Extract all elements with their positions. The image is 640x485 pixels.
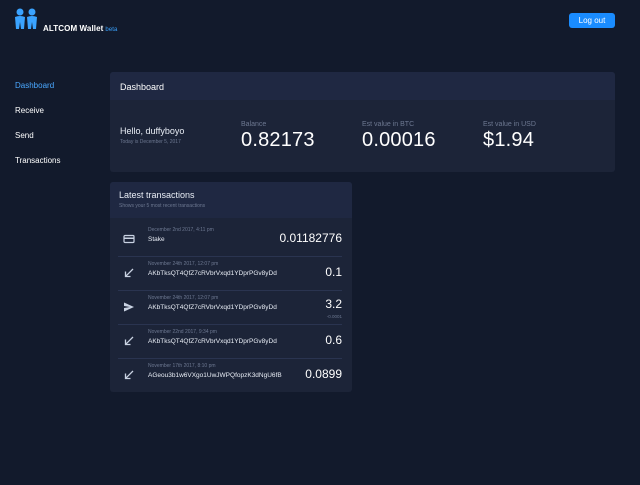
transaction-amount: 0.6 xyxy=(325,333,342,347)
stat-usd: Est value in USD $1.94 xyxy=(483,121,536,152)
brand-name: ALTCOM Wallet beta xyxy=(43,24,117,33)
transaction-desc: Stake xyxy=(148,236,165,243)
receive-arrow-icon xyxy=(124,336,134,346)
send-plane-icon xyxy=(124,302,134,312)
stat-btc: Est value in BTC 0.00016 xyxy=(362,121,436,152)
brand-title: ALTCOM Wallet xyxy=(43,24,104,33)
stake-card-icon xyxy=(123,234,135,244)
dashboard-card: Dashboard Hello, duffyboyo Today is Dece… xyxy=(110,72,615,172)
receive-arrow-icon xyxy=(124,370,134,380)
transaction-row[interactable]: November 24th 2017, 12:07 pm AKbTksQT4Qf… xyxy=(118,256,342,291)
transaction-amount: 3.2 xyxy=(325,297,342,311)
beta-label: beta xyxy=(105,27,118,33)
transaction-desc: AGeou3b1w6VXgo1UwJWPQfopzK3dNgU6fB xyxy=(148,372,282,379)
transaction-row[interactable]: November 17th 2017, 8:10 pm AGeou3b1w6VX… xyxy=(118,358,342,392)
transactions-card-header xyxy=(110,182,352,218)
transaction-date: November 17th 2017, 8:10 pm xyxy=(148,363,216,369)
transaction-fee: -0.0001 xyxy=(326,314,342,319)
transaction-desc: AKbTksQT4QfZ7cRVbrVxqd1YDprPGv8yDd xyxy=(148,338,277,345)
sidebar-item-transactions[interactable]: Transactions xyxy=(15,155,61,180)
transaction-date: November 24th 2017, 12:07 pm xyxy=(148,261,219,267)
transactions-subtitle: Shows your 5 most recent transactions xyxy=(119,203,206,209)
transactions-title: Latest transactions xyxy=(119,190,195,200)
stat-balance-value: 0.82173 xyxy=(241,129,315,151)
receive-arrow-icon xyxy=(124,268,134,278)
stat-usd-value: $1.94 xyxy=(483,129,535,151)
transaction-desc: AKbTksQT4QfZ7cRVbrVxqd1YDprPGv8yDd xyxy=(148,270,277,277)
latest-transactions-card: Latest transactions Shows your 5 most re… xyxy=(110,182,352,392)
sidebar-item-send[interactable]: Send xyxy=(15,130,61,155)
transaction-date: December 2nd 2017, 4:11 pm xyxy=(148,227,214,233)
transaction-amount: 0.1 xyxy=(325,265,342,279)
stat-balance-label: Balance xyxy=(241,121,267,128)
logout-button[interactable]: Log out xyxy=(569,13,615,28)
stat-btc-value: 0.00016 xyxy=(362,129,436,151)
today-date: Today is December 5, 2017 xyxy=(120,139,181,145)
transaction-date: November 22nd 2017, 9:34 pm xyxy=(148,329,217,335)
stat-btc-label: Est value in BTC xyxy=(362,121,415,128)
dashboard-title: Dashboard xyxy=(120,82,165,92)
stat-usd-label: Est value in USD xyxy=(483,121,536,128)
greeting: Hello, duffyboyo xyxy=(120,126,185,136)
transaction-row[interactable]: November 22nd 2017, 9:34 pm AKbTksQT4QfZ… xyxy=(118,324,342,359)
sidebar-item-dashboard[interactable]: Dashboard xyxy=(15,80,61,105)
stat-balance: Balance 0.82173 xyxy=(241,121,315,152)
sidebar-item-receive[interactable]: Receive xyxy=(15,105,61,130)
sidebar-nav: Dashboard Receive Send Transactions xyxy=(15,80,61,180)
transaction-date: November 24th 2017, 12:07 pm xyxy=(148,295,219,301)
transaction-desc: AKbTksQT4QfZ7cRVbrVxqd1YDprPGv8yDd xyxy=(148,304,277,311)
transaction-amount: 0.01182776 xyxy=(279,231,342,245)
transaction-row[interactable]: November 24th 2017, 12:07 pm AKbTksQT4Qf… xyxy=(118,290,342,325)
logo-icon xyxy=(15,8,37,29)
transaction-amount: 0.0899 xyxy=(305,367,342,381)
altcom-logo xyxy=(14,8,38,30)
dashboard-card-header xyxy=(110,72,615,100)
transaction-row[interactable]: December 2nd 2017, 4:11 pm Stake 0.01182… xyxy=(118,222,342,257)
